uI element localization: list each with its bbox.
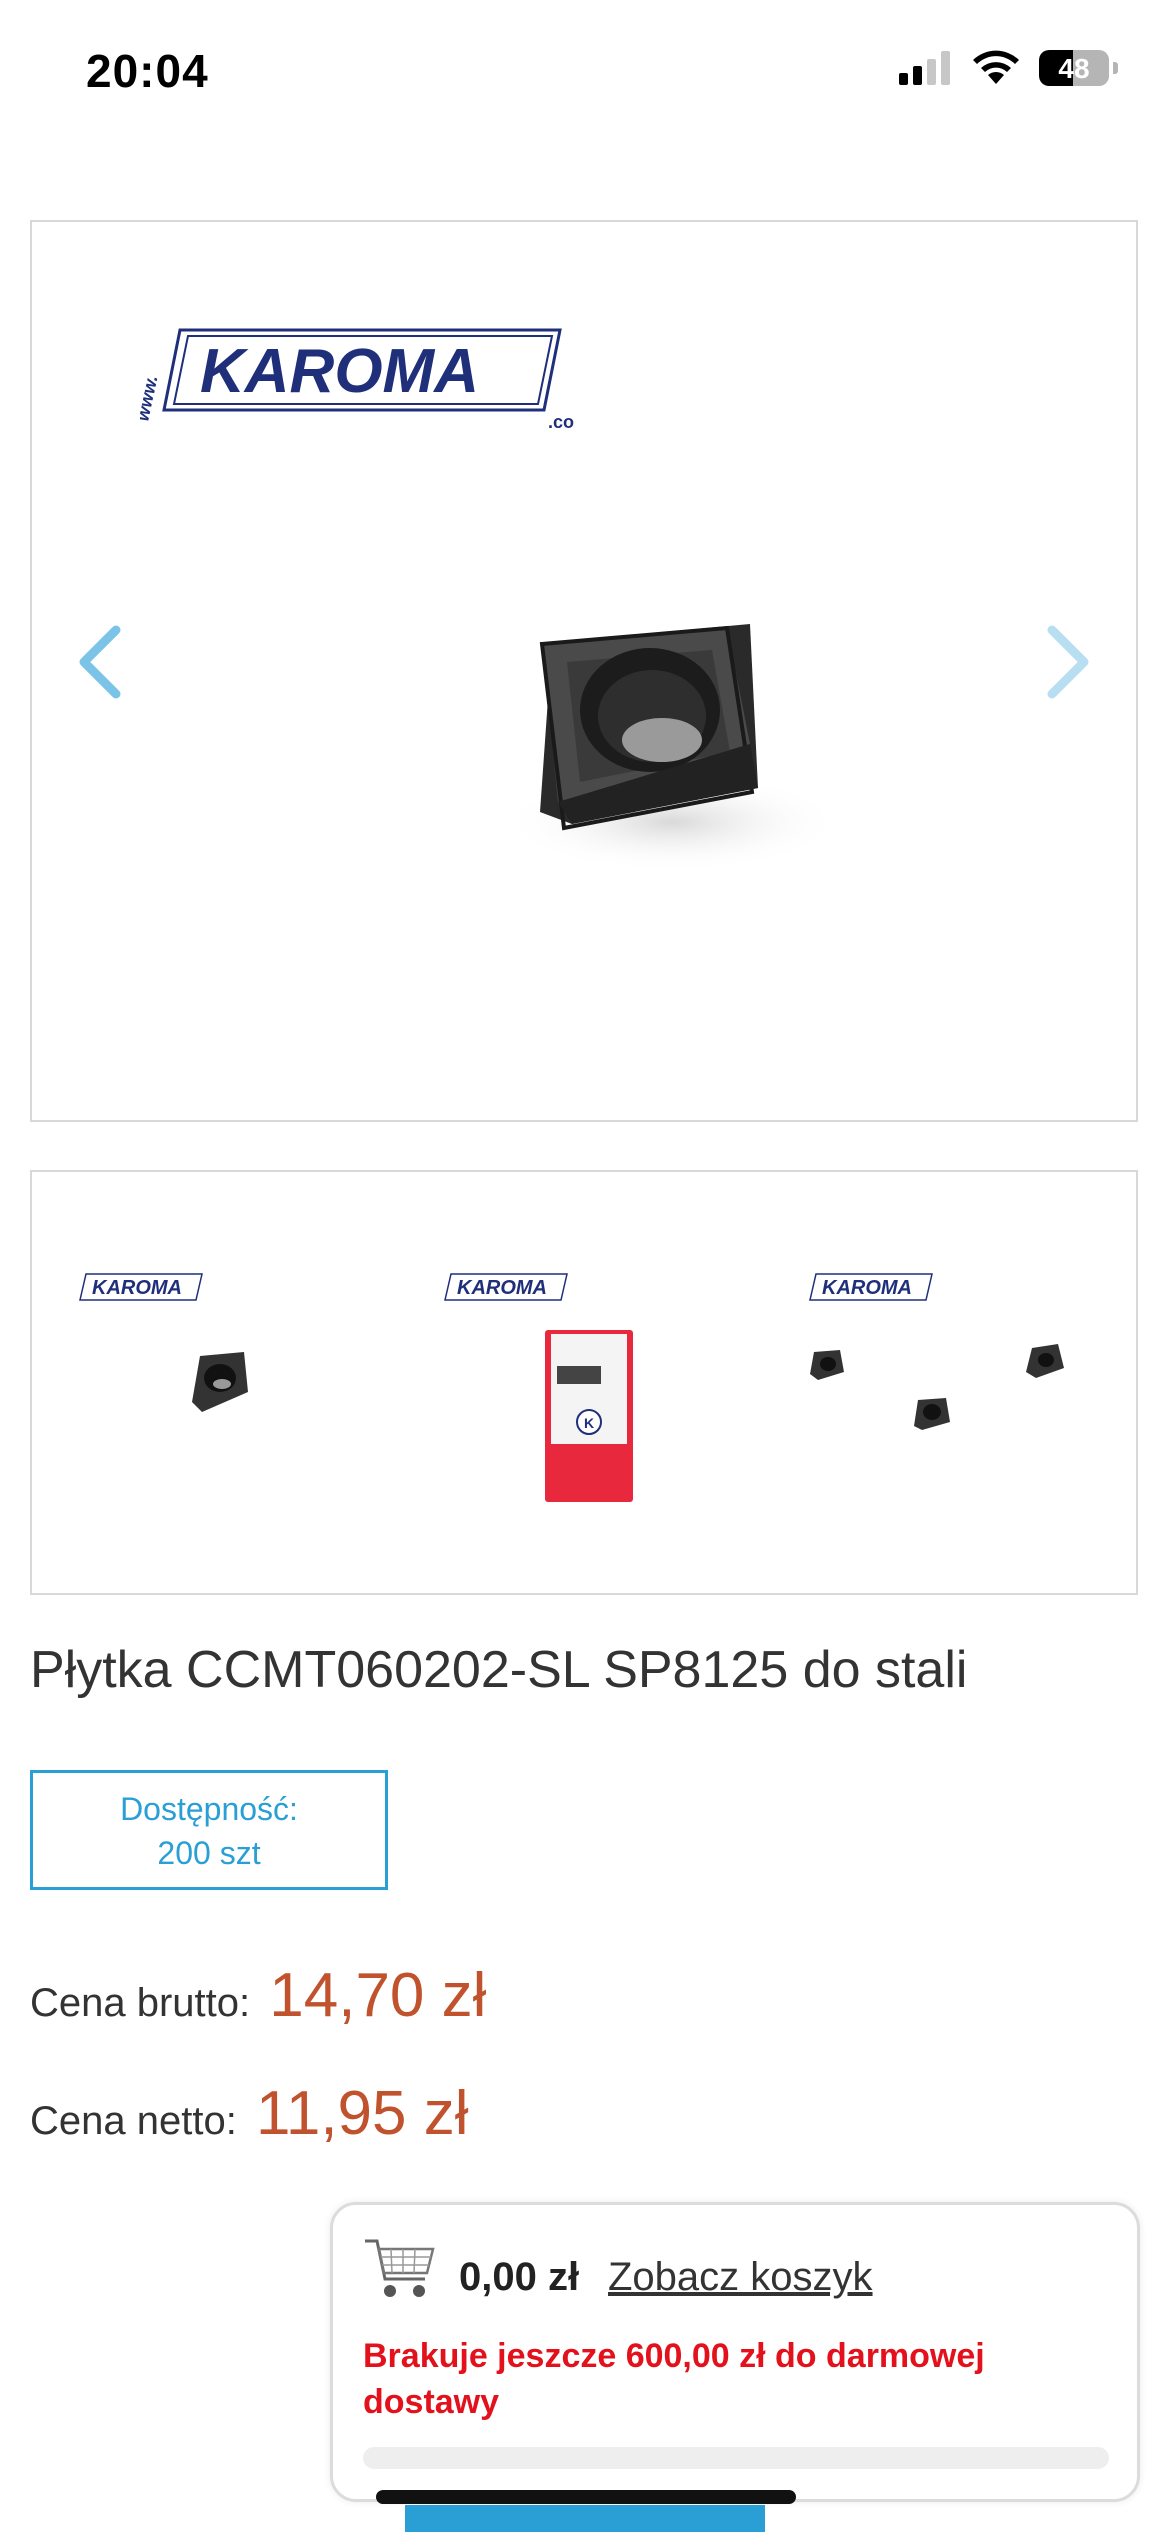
svg-text:K: K (584, 1415, 594, 1431)
free-shipping-progress-bar (363, 2447, 1109, 2469)
battery-icon: 48 (1039, 50, 1109, 86)
view-cart-link[interactable]: Zobacz koszyk (608, 2255, 873, 2300)
thumbnail-3[interactable]: KAROMA (802, 1272, 1102, 1502)
net-price-row: Cena netto: 11,95 zł (30, 2078, 469, 2149)
gallery-next-arrow[interactable] (1036, 622, 1096, 702)
status-icons: 48 (899, 50, 1118, 86)
status-time: 20:04 (86, 45, 209, 97)
wifi-icon (973, 50, 1019, 84)
svg-text:KAROMA: KAROMA (200, 337, 479, 406)
availability-badge: Dostępność: 200 szt (30, 1770, 388, 1890)
net-price-label: Cena netto: (30, 2099, 237, 2143)
thumbnail-strip: KAROMA KAROMA K KAROMA (30, 1170, 1138, 1595)
availability-value: 200 szt (157, 1835, 261, 1871)
gallery-prev-arrow[interactable] (72, 622, 132, 702)
battery-percentage: 48 (1058, 53, 1090, 84)
svg-text:KAROMA: KAROMA (822, 1277, 912, 1299)
net-price-value: 11,95 zł (255, 2079, 469, 2148)
svg-text:.co: .co (548, 412, 574, 432)
status-bar: 20:04 48 (0, 0, 1170, 140)
cart-summary-popup: 0,00 zł Zobacz koszyk Brakuje jeszcze 60… (330, 2202, 1140, 2502)
svg-text:KAROMA: KAROMA (92, 1277, 182, 1299)
free-shipping-message: Brakuje jeszcze 600,00 zł do darmowej do… (363, 2337, 985, 2421)
availability-label: Dostępność: (120, 1791, 298, 1827)
svg-text:KAROMA: KAROMA (457, 1277, 547, 1299)
product-main-image[interactable]: KAROMA www. .co (30, 220, 1138, 1122)
gross-price-label: Cena brutto: (30, 1981, 251, 2025)
product-title: Płytka CCMT060202-SL SP8125 do stali (30, 1641, 968, 1699)
home-indicator[interactable] (376, 2490, 796, 2504)
battery-nub (1113, 62, 1118, 74)
thumbnail-1[interactable]: KAROMA (72, 1272, 372, 1502)
thumbnail-2[interactable]: KAROMA K (437, 1272, 737, 1502)
svg-text:www.: www. (140, 373, 162, 422)
cutting-insert-image (502, 624, 842, 872)
gross-price-value: 14,70 zł (269, 1961, 487, 2030)
cart-total: 0,00 zł (459, 2255, 580, 2299)
shopping-cart-icon[interactable] (363, 2235, 437, 2305)
cellular-signal-icon (899, 51, 950, 85)
karoma-logo: KAROMA www. .co (140, 328, 574, 432)
bottom-button-edge[interactable] (405, 2505, 765, 2532)
gross-price-row: Cena brutto: 14,70 zł (30, 1960, 486, 2031)
